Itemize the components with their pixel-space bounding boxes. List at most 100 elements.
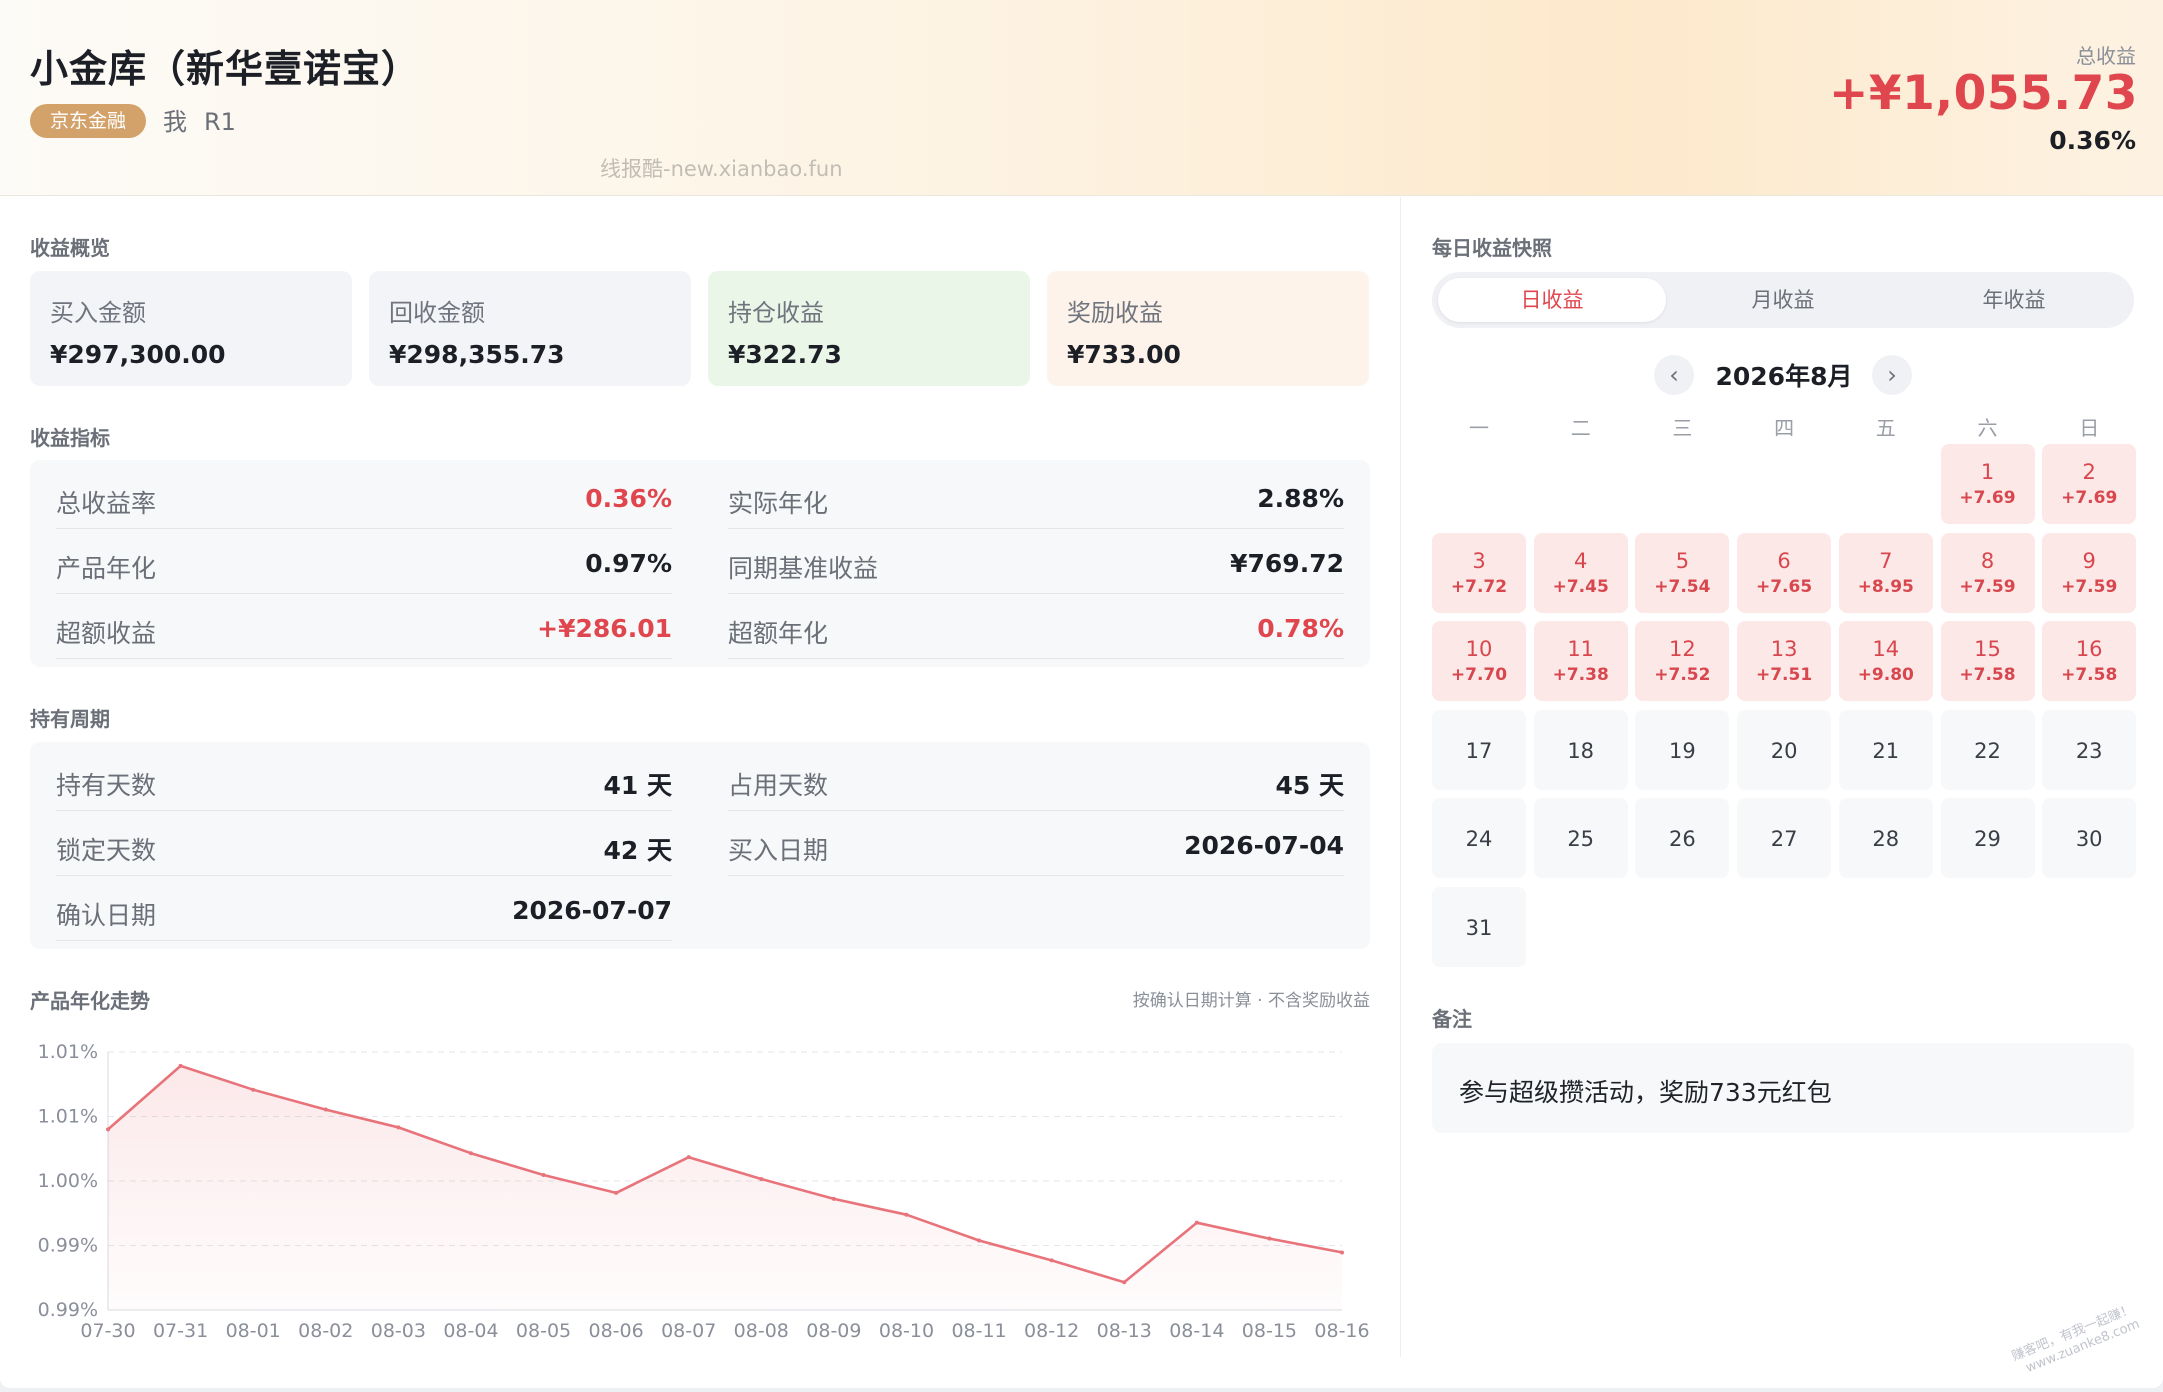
- day-number: 15: [1974, 637, 2001, 661]
- x-tick-label: 08-14: [1169, 1320, 1224, 1342]
- holding-days: 持有天数 41 天: [56, 746, 672, 811]
- day-number: 26: [1669, 827, 1696, 851]
- tab-monthly[interactable]: 月收益: [1669, 278, 1897, 322]
- calendar-day[interactable]: 22: [1940, 709, 2035, 790]
- calendar-day[interactable]: 2 +7.69: [2042, 444, 2137, 524]
- metric-value: ¥769.72: [1230, 549, 1344, 578]
- x-tick-label: 08-13: [1097, 1320, 1152, 1342]
- calendar-day[interactable]: 20: [1737, 709, 1832, 790]
- metric-excess-annualized: 超额年化 0.78%: [728, 594, 1344, 659]
- overview-section-title: 收益概览: [30, 236, 110, 260]
- calendar-day[interactable]: 11 +7.38: [1533, 621, 1628, 701]
- calendar-day[interactable]: 23: [2042, 709, 2137, 790]
- y-tick-label: 1.01%: [38, 1041, 98, 1063]
- card-value: ¥297,300.00: [50, 340, 226, 369]
- day-earnings: +7.70: [1450, 665, 1508, 685]
- x-tick-label: 08-10: [879, 1320, 934, 1342]
- y-tick-label: 0.99%: [38, 1299, 98, 1321]
- calendar-day[interactable]: 19: [1635, 709, 1730, 790]
- calendar-day[interactable]: 21: [1838, 709, 1933, 790]
- holding-value: 42 天: [603, 836, 673, 865]
- notes-box: 参与超级攒活动，奖励733元红包: [1432, 1043, 2134, 1133]
- calendar-day[interactable]: 24: [1432, 798, 1526, 878]
- card-label: 买入金额: [50, 299, 146, 327]
- y-tick-label: 1.00%: [38, 1170, 98, 1192]
- trend-section-title: 产品年化走势: [30, 989, 150, 1013]
- holding-value: 41 天: [603, 771, 673, 800]
- calendar-day[interactable]: 3 +7.72: [1432, 532, 1526, 613]
- calendar-day[interactable]: 12 +7.52: [1635, 621, 1730, 701]
- day-number: 21: [1872, 738, 1900, 763]
- prev-month-button[interactable]: ‹: [1654, 355, 1694, 395]
- calendar-day[interactable]: 29: [1940, 798, 2035, 878]
- data-point: [468, 1151, 473, 1156]
- metric-product-annualized: 产品年化 0.97%: [56, 529, 672, 594]
- watermark-text: 线报酷-new.xianbao.fun: [600, 157, 843, 181]
- holding-value: 2026-07-07: [512, 896, 672, 925]
- data-point: [1049, 1258, 1054, 1263]
- calendar-day[interactable]: 15 +7.58: [1940, 621, 2035, 701]
- x-tick-label: 08-08: [734, 1320, 789, 1342]
- owner-label: 我: [163, 108, 187, 136]
- x-tick-label: 08-04: [443, 1320, 498, 1342]
- calendar-day[interactable]: 1 +7.69: [1940, 444, 2035, 524]
- calendar-day[interactable]: 27: [1737, 798, 1832, 878]
- data-point: [759, 1177, 764, 1182]
- calendar-day[interactable]: 17: [1432, 709, 1526, 790]
- day-earnings: +7.59: [1959, 576, 2016, 597]
- day-number: 17: [1465, 738, 1493, 763]
- day-number: 7: [1879, 548, 1893, 573]
- tab-daily[interactable]: 日收益: [1438, 278, 1666, 322]
- x-tick-label: 08-11: [951, 1320, 1006, 1342]
- calendar-day[interactable]: 31: [1432, 886, 1526, 967]
- day-earnings: +7.58: [2061, 665, 2118, 685]
- calendar-day[interactable]: 5 +7.54: [1635, 532, 1730, 613]
- calendar-day[interactable]: 10 +7.70: [1432, 621, 1526, 701]
- risk-level-label: R1: [204, 108, 236, 136]
- calendar-day[interactable]: 26: [1635, 798, 1730, 878]
- period-tabs: 日收益 月收益 年收益: [1432, 272, 2134, 328]
- metric-label: 超额收益: [56, 619, 157, 648]
- calendar-day[interactable]: 16 +7.58: [2042, 621, 2137, 701]
- metric-value: 0.36%: [585, 484, 672, 513]
- card-redeem-amount: 回收金额 ¥298,355.73: [369, 271, 691, 386]
- day-number: 25: [1567, 827, 1595, 851]
- weekday-label: 五: [1875, 416, 1896, 440]
- holding-value: 45 天: [1275, 771, 1345, 800]
- data-point: [1122, 1280, 1127, 1285]
- calendar-day[interactable]: 30: [2042, 798, 2137, 878]
- calendar-day[interactable]: 6 +7.65: [1737, 532, 1832, 613]
- day-earnings: +9.80: [1857, 665, 1914, 685]
- total-earnings-label: 总收益: [2076, 44, 2136, 68]
- next-month-button[interactable]: ›: [1872, 355, 1912, 395]
- calendar-day[interactable]: 18: [1533, 709, 1628, 790]
- calendar-month-label: 2026年8月: [1715, 362, 1853, 391]
- calendar-day[interactable]: 9 +7.59: [2042, 532, 2137, 613]
- calendar-day[interactable]: 7 +8.95: [1838, 532, 1933, 613]
- weekday-label: 一: [1469, 416, 1489, 440]
- day-number: 2: [2082, 460, 2096, 484]
- metric-excess-earnings: 超额收益 +¥286.01: [56, 594, 672, 659]
- series-area: [108, 1065, 1342, 1310]
- annualized-trend-chart: 1.01%1.01%1.00%0.99%0.99%07-30 07-31 08-01…: [38, 1041, 1370, 1342]
- buy-date: 买入日期 2026-07-04: [728, 811, 1344, 876]
- data-point: [686, 1155, 691, 1160]
- calendar-day[interactable]: 8 +7.59: [1940, 532, 2035, 613]
- card-value: ¥733.00: [1067, 340, 1181, 369]
- calendar-day[interactable]: 28: [1838, 798, 1933, 878]
- calendar-day[interactable]: 4 +7.45: [1533, 532, 1628, 613]
- day-number: 5: [1675, 548, 1690, 573]
- day-number: 31: [1465, 915, 1493, 940]
- calendar-day[interactable]: 14 +9.80: [1838, 621, 1933, 701]
- notes-text: 参与超级攒活动，奖励733元红包: [1459, 1078, 1832, 1107]
- calendar-day[interactable]: 25: [1533, 798, 1628, 878]
- data-point: [904, 1212, 909, 1217]
- day-earnings: +7.45: [1552, 576, 1609, 597]
- y-tick-label: 1.01%: [38, 1106, 98, 1128]
- tab-yearly[interactable]: 年收益: [1900, 278, 2128, 322]
- x-tick-label: 08-09: [806, 1320, 861, 1342]
- calendar-day[interactable]: 13 +7.51: [1737, 621, 1832, 701]
- data-point: [1340, 1250, 1344, 1255]
- snapshot-section-title: 每日收益快照: [1432, 236, 1552, 260]
- holding-panel: 持有天数 41 天 占用天数 45 天 锁定天数 42 天 买入日期 2026-…: [30, 742, 1370, 949]
